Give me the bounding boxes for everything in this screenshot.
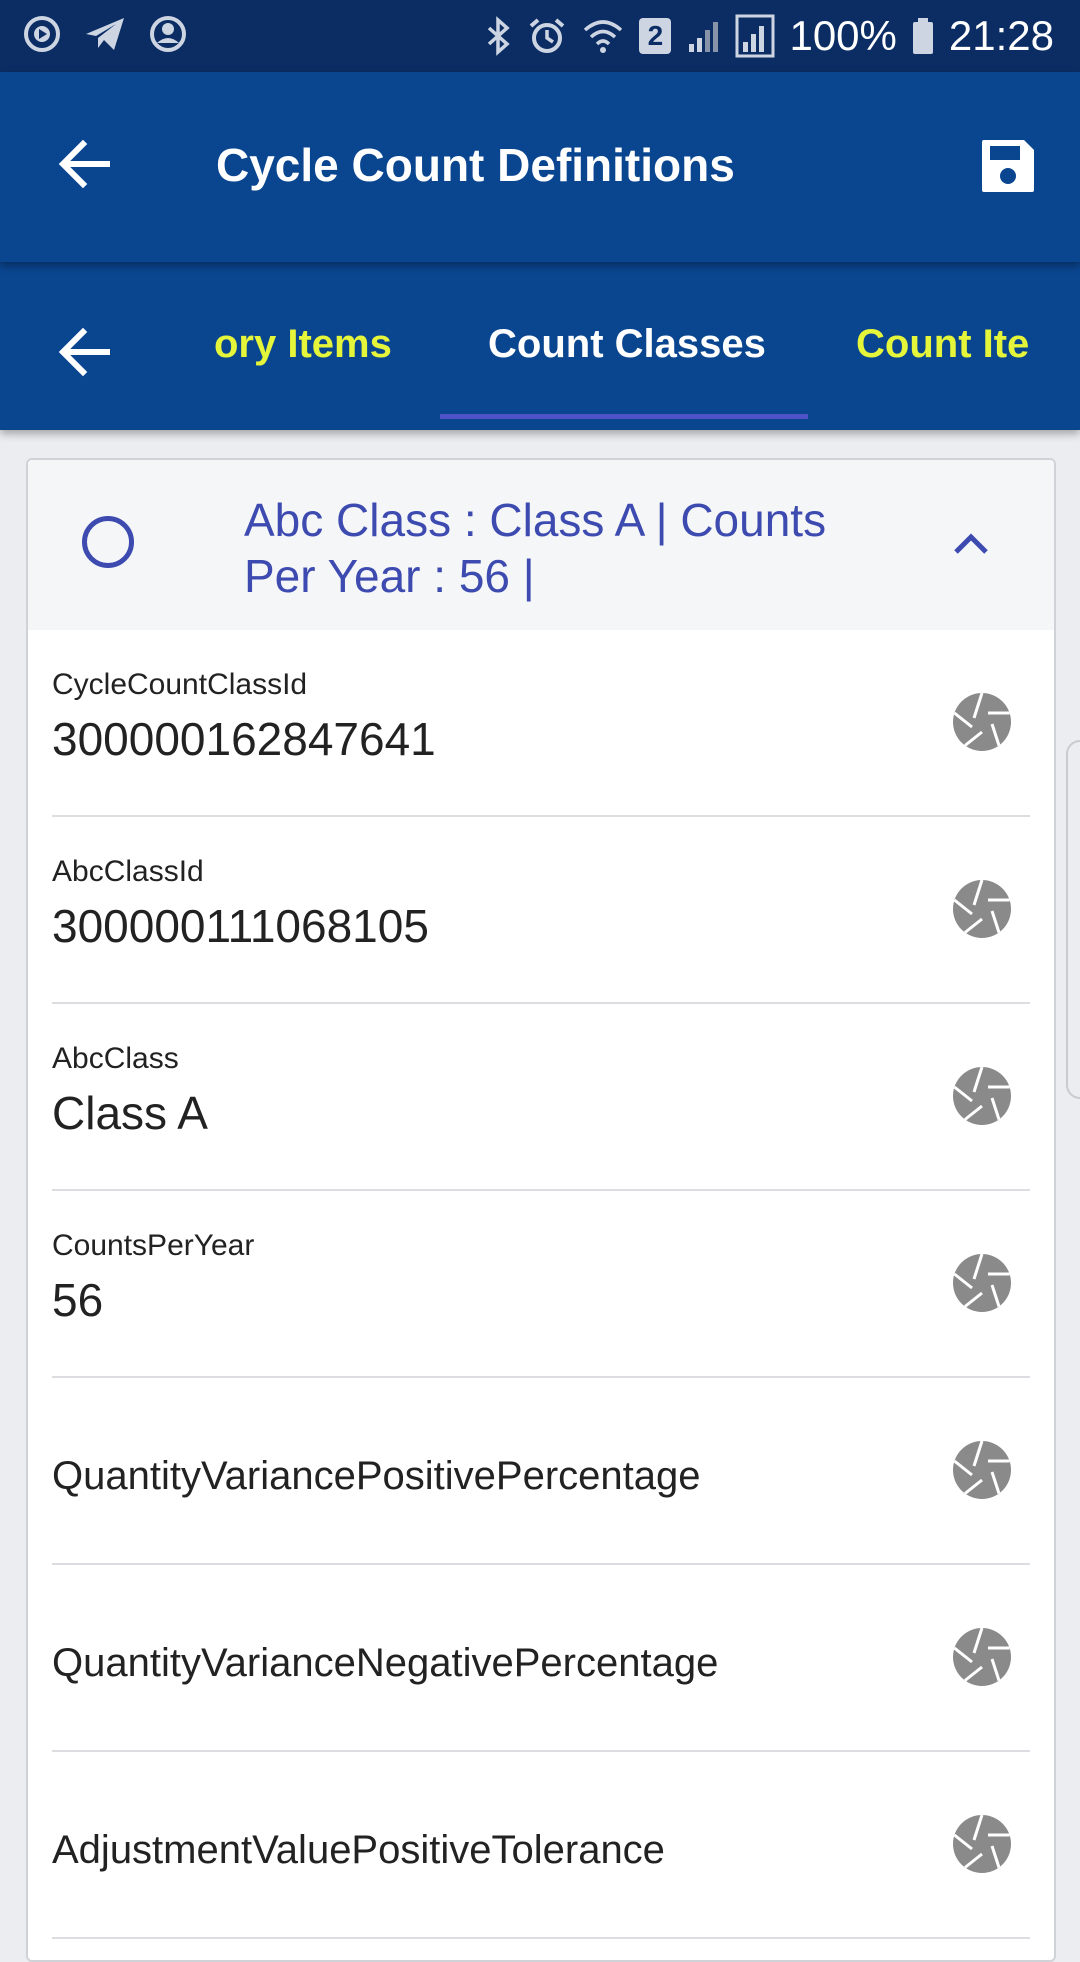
arrow-back-icon: [58, 327, 110, 377]
field-label: QuantityVariancePositivePercentage: [52, 1454, 701, 1498]
list-item: AbcClass Class A: [52, 1004, 1030, 1191]
status-bar: 2 100% 21:28: [0, 0, 1080, 72]
field-label: AbcClassId: [52, 855, 204, 888]
field-value: 300000111068105: [52, 900, 429, 952]
arrow-back-icon: [58, 139, 110, 189]
send-icon: [84, 14, 126, 54]
field-value: Class A: [52, 1087, 208, 1139]
field-label: AdjustmentValuePositiveTolerance: [52, 1828, 665, 1872]
active-tab-indicator: [440, 414, 808, 419]
camera-aperture-icon[interactable]: [952, 1253, 1012, 1313]
account-circle-icon: [148, 14, 188, 54]
field-list: CycleCountClassId 300000162847641 AbcCla…: [52, 630, 1030, 1939]
tab-back-button[interactable]: [55, 322, 115, 382]
app-bar: Cycle Count Definitions: [0, 72, 1080, 262]
list-item: CycleCountClassId 300000162847641: [52, 630, 1030, 817]
back-button[interactable]: [55, 134, 115, 194]
tab-count-items[interactable]: Count Ite: [856, 322, 1029, 367]
collapse-button[interactable]: [948, 520, 994, 566]
list-item: QuantityVariancePositivePercentage: [52, 1378, 1030, 1565]
field-label: CountsPerYear: [52, 1229, 255, 1262]
camera-aperture-icon[interactable]: [952, 879, 1012, 939]
play-circle-icon: [22, 14, 62, 54]
camera-aperture-icon[interactable]: [952, 1440, 1012, 1500]
camera-aperture-icon[interactable]: [952, 1066, 1012, 1126]
tabs-viewport: ory Items Count Classes Count Ite: [214, 262, 1034, 430]
side-scroll-handle[interactable]: [1066, 740, 1080, 1099]
battery-percentage: 100%: [789, 12, 897, 59]
count-class-card: Abc Class : Class A | Counts Per Year : …: [26, 458, 1056, 1962]
list-item: AdjustmentValuePositiveTolerance: [52, 1752, 1030, 1939]
card-header-summary: Abc Class : Class A | Counts Per Year : …: [244, 494, 827, 602]
camera-aperture-icon[interactable]: [952, 1814, 1012, 1874]
list-item: AbcClassId 300000111068105: [52, 817, 1030, 1004]
signal-icon: [685, 16, 721, 56]
field-value: 300000162847641: [52, 713, 436, 765]
tab-inventory-items[interactable]: ory Items: [214, 322, 392, 367]
list-item: CountsPerYear 56: [52, 1191, 1030, 1378]
field-label: QuantityVarianceNegativePercentage: [52, 1641, 719, 1685]
camera-aperture-icon[interactable]: [952, 1627, 1012, 1687]
battery-icon: [911, 16, 935, 56]
status-left-icons: [22, 14, 188, 54]
sim-badge-icon: 2: [639, 18, 672, 54]
signal-icon: [735, 14, 775, 58]
page-title: Cycle Count Definitions: [216, 139, 735, 191]
card-header[interactable]: Abc Class : Class A | Counts Per Year : …: [28, 460, 1054, 630]
field-label: CycleCountClassId: [52, 668, 308, 701]
save-button[interactable]: [978, 136, 1038, 196]
save-icon: [982, 140, 1034, 192]
status-right-icons: 2 100% 21:28: [483, 0, 1054, 72]
clock: 21:28: [948, 12, 1054, 59]
camera-aperture-icon[interactable]: [952, 692, 1012, 752]
tab-bar: ory Items Count Classes Count Ite: [0, 262, 1080, 430]
bluetooth-icon: [483, 16, 513, 56]
alarm-icon: [527, 16, 567, 56]
chevron-up-icon: [954, 533, 988, 554]
field-label: AbcClass: [52, 1042, 179, 1075]
field-value: 56: [52, 1274, 104, 1326]
list-item: QuantityVarianceNegativePercentage: [52, 1565, 1030, 1752]
tab-count-classes[interactable]: Count Classes: [488, 322, 766, 367]
wifi-icon: [581, 16, 625, 56]
select-radio[interactable]: [82, 516, 134, 568]
